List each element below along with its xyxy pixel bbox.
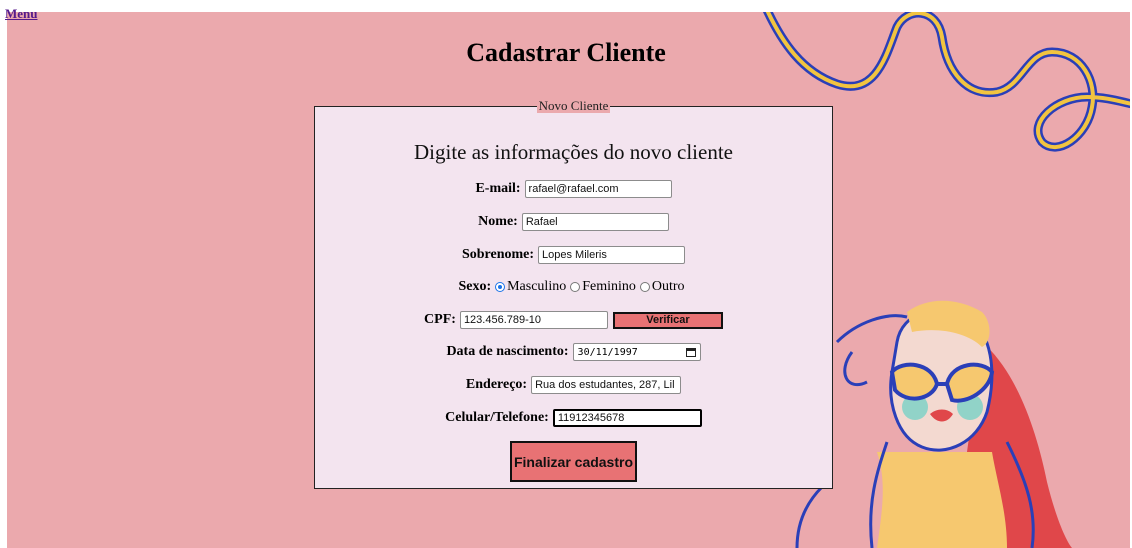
menu-link[interactable]: Menu <box>5 6 38 22</box>
sobrenome-field[interactable] <box>538 246 686 264</box>
endereco-row: Endereço: <box>315 376 832 394</box>
nascimento-row: Data de nascimento: 30/11/1997 <box>315 343 832 361</box>
email-label: E-mail: <box>475 181 521 196</box>
page-title: Cadastrar Cliente <box>466 38 666 67</box>
sexo-row: Sexo: Masculino Feminino Outro <box>315 279 832 295</box>
sobrenome-label: Sobrenome: <box>461 247 535 262</box>
birthdate-field[interactable]: 30/11/1997 <box>572 343 701 361</box>
new-client-fieldset: Novo Cliente Digite as informações do no… <box>314 98 833 489</box>
phone-field[interactable] <box>552 409 702 427</box>
sexo-label: Sexo: <box>458 279 492 294</box>
nascimento-label: Data de nascimento: <box>446 344 569 359</box>
nome-label: Nome: <box>478 214 518 229</box>
nome-row: Nome: <box>315 213 832 231</box>
radio-feminino[interactable]: Feminino <box>570 279 636 295</box>
cpf-row: CPF: Verificar <box>315 311 832 329</box>
cpf-label: CPF: <box>424 312 456 327</box>
verify-cpf-button[interactable]: Verificar <box>612 311 723 329</box>
finalize-button[interactable]: Finalizar cadastro <box>510 441 637 482</box>
cpf-field[interactable] <box>459 311 608 329</box>
address-field[interactable] <box>531 376 682 394</box>
submit-row: Finalizar cadastro <box>315 441 832 482</box>
endereco-label: Endereço: <box>465 377 528 392</box>
radio-button-checked[interactable] <box>495 282 506 292</box>
nome-field[interactable] <box>521 213 669 231</box>
radio-masculino[interactable]: Masculino <box>495 279 566 295</box>
radio-outro[interactable]: Outro <box>639 279 685 295</box>
birthdate-value: 30/11/1997 <box>577 346 638 358</box>
form-subtitle: Digite as informações do novo cliente <box>414 140 733 164</box>
telefone-row: Celular/Telefone: <box>315 409 832 427</box>
email-field[interactable] <box>524 180 672 198</box>
calendar-icon[interactable] <box>685 347 696 357</box>
sobrenome-row: Sobrenome: <box>315 246 832 264</box>
telefone-label: Celular/Telefone: <box>445 410 549 425</box>
radio-button[interactable] <box>639 282 650 292</box>
email-row: E-mail: <box>315 180 832 198</box>
radio-button[interactable] <box>570 282 581 292</box>
